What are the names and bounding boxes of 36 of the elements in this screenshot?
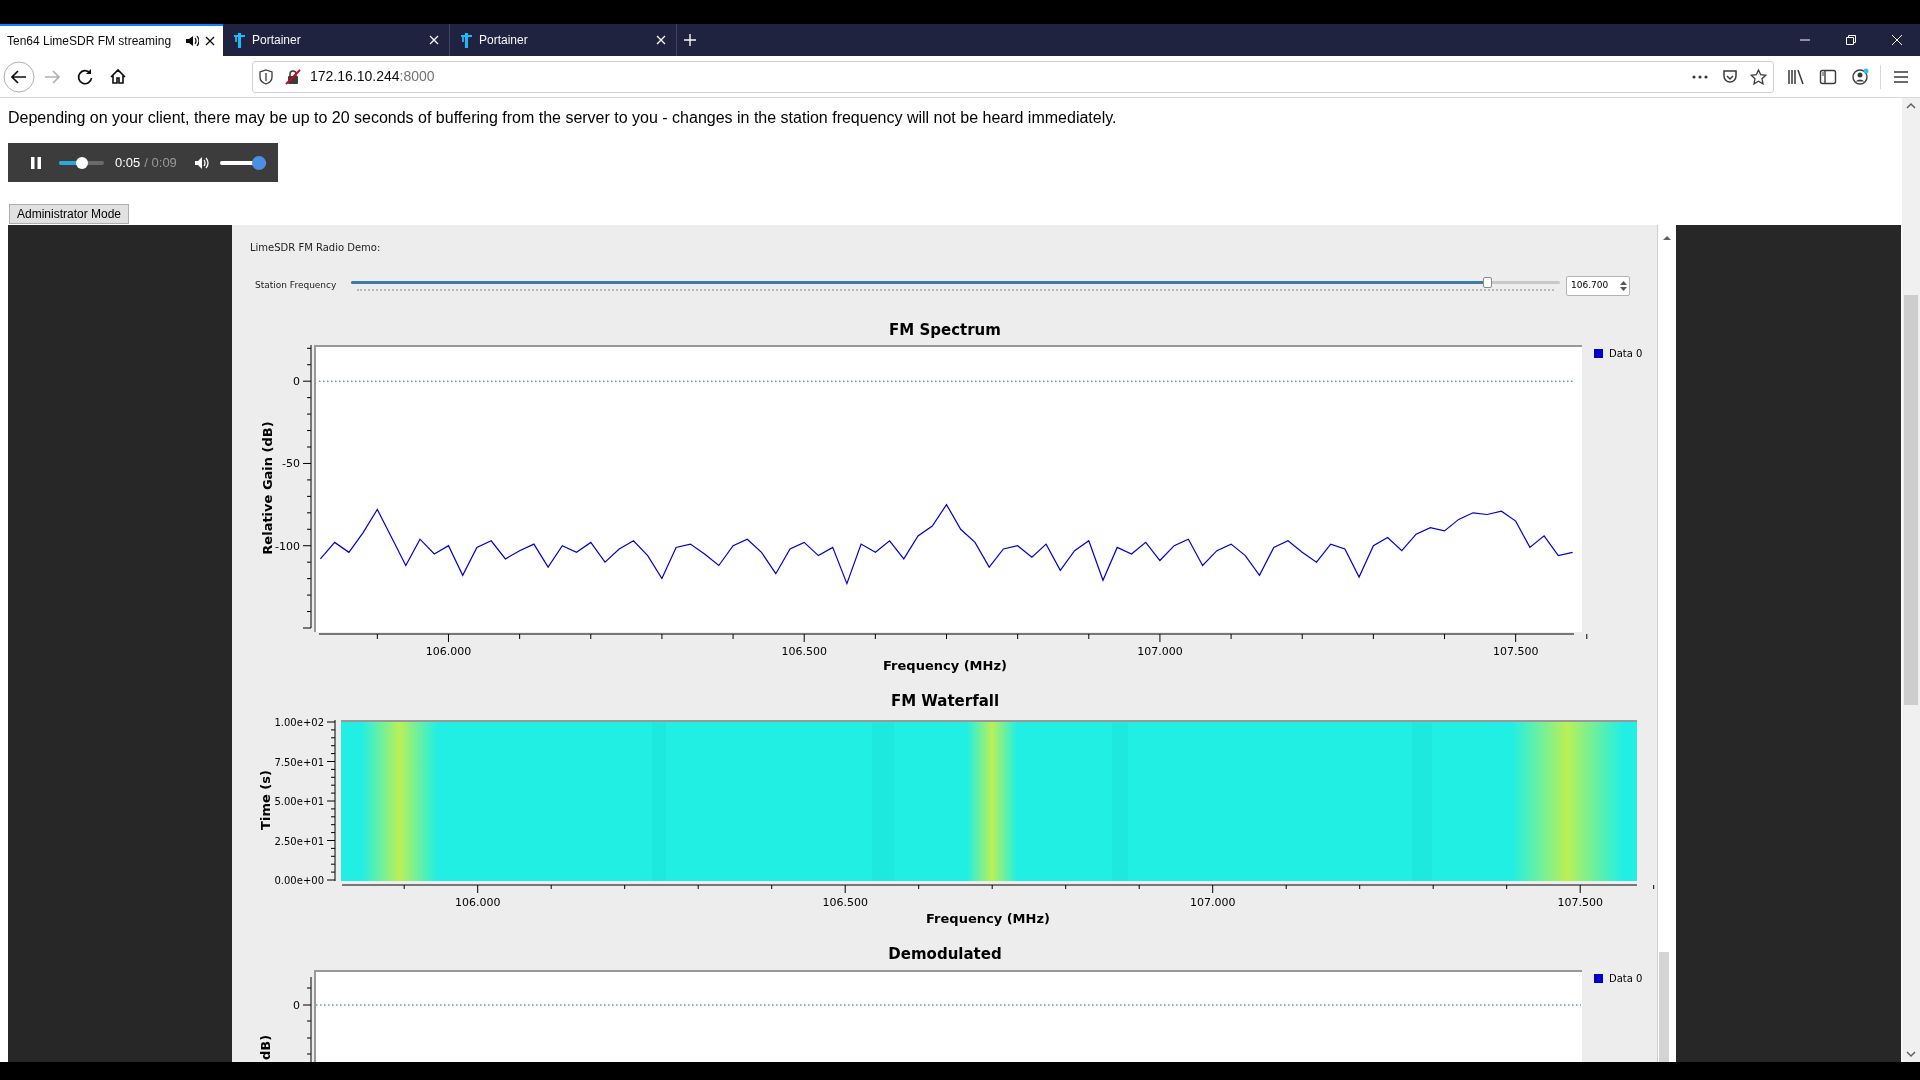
axis-title: Time (s): [258, 770, 273, 830]
tick-label: 2.50e+01: [274, 835, 324, 847]
notice-text: Depending on your client, there may be up to 20 seconds of buffering from the server to you - changes in the station frequency will not be heard immediately.: [7, 108, 1117, 128]
duration-text: / 0:09: [144, 153, 177, 172]
chart-title: FM Spectrum: [889, 321, 1001, 339]
axis-title: dB): [258, 1034, 273, 1060]
app-heading: LimeSDR FM Radio Demo:: [249, 241, 381, 254]
tick-label: 107.000: [1189, 896, 1236, 909]
chart-title: FM Waterfall: [890, 692, 1000, 710]
tick-label: 107.500: [1557, 896, 1603, 909]
tick-label: 7.50e+01: [274, 756, 324, 768]
tick-label: 106.000: [454, 896, 501, 909]
axis-title: Frequency (MHz): [883, 658, 1007, 673]
frequency-spinbox[interactable]: 106.700: [1566, 276, 1630, 296]
legend-label: Data 0: [1609, 973, 1643, 984]
tick-label: 106.000: [425, 645, 472, 658]
tick-label: 0.00e+00: [274, 875, 324, 886]
tick-label: 107.000: [1137, 645, 1183, 658]
tick-label: 0: [293, 999, 300, 1012]
tick-label: -100: [275, 539, 300, 553]
legend-label: Data 0: [1609, 348, 1643, 359]
tick-label: 5.00e+01: [274, 796, 324, 807]
tick-label: 0: [293, 375, 300, 389]
frequency-label: Station Frequency: [254, 279, 338, 293]
tick-label: 106.500: [822, 896, 868, 909]
current-time: 0:05: [115, 153, 141, 172]
tick-label: 106.500: [781, 645, 827, 658]
chart-title: Demodulated: [888, 945, 1002, 963]
address-field[interactable]: 172.16.10.244:8000: [252, 60, 1774, 93]
tick-label: 1.00e+02: [274, 717, 324, 728]
browser-tab[interactable]: Ten64 LimeSDR FM streaming: [0, 24, 223, 56]
tick-label: -50: [282, 457, 300, 471]
admin-mode-button[interactable]: Administrator Mode: [9, 204, 130, 224]
axis-title: Relative Gain (dB): [260, 421, 275, 555]
tick-label: 107.500: [1492, 645, 1539, 658]
axis-title: Frequency (MHz): [926, 911, 1050, 926]
